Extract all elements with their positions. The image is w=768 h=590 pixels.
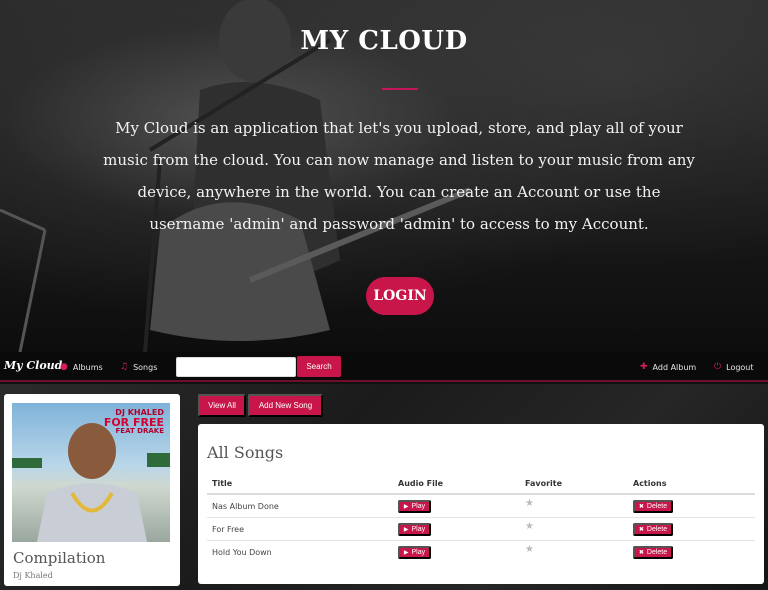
nav-logout-label: Logout <box>726 362 754 372</box>
play-icon: ▶ <box>403 550 409 556</box>
play-label: Play <box>411 549 426 556</box>
close-icon: ✖ <box>638 504 644 510</box>
play-button[interactable]: ▶ Play <box>398 500 431 513</box>
nav-add-album-label: Add Album <box>652 362 697 372</box>
nav-albums-label: Albums <box>72 362 103 372</box>
nav-songs[interactable]: ♫ Songs <box>120 352 157 382</box>
search-button[interactable]: Search <box>297 356 341 377</box>
navbar: My Cloud ● Albums ♫ Songs ✚ Add Album ⏻ … <box>0 352 768 382</box>
song-title: Nas Album Done <box>212 502 279 511</box>
album-title[interactable]: Compilation <box>13 549 105 567</box>
play-label: Play <box>411 503 426 510</box>
delete-label: Delete <box>646 526 668 533</box>
cover-line-feat: FEAT DRAKE <box>115 427 164 435</box>
favorite-star-icon[interactable]: ★ <box>525 498 534 509</box>
delete-button[interactable]: ✖ Delete <box>633 500 673 513</box>
view-all-button[interactable]: View All <box>198 394 246 417</box>
hero-title: MY CLOUD <box>300 26 468 56</box>
hero-description: My Cloud is an application that let's yo… <box>103 119 695 233</box>
song-title: For Free <box>212 525 245 534</box>
delete-button[interactable]: ✖ Delete <box>633 523 673 536</box>
play-label: Play <box>411 526 426 533</box>
play-icon: ▶ <box>403 504 409 510</box>
hero-banner: MY CLOUD My Cloud is an application that… <box>0 0 768 352</box>
nav-songs-label: Songs <box>133 362 158 372</box>
brand-logo[interactable]: My Cloud <box>4 359 62 372</box>
album-cover-text: DJ KHALED FOR FREE FEAT DRAKE <box>104 409 164 435</box>
plus-icon: ✚ <box>640 362 648 372</box>
nav-albums[interactable]: ● Albums <box>60 352 103 382</box>
login-button[interactable]: LOGIN <box>366 277 434 315</box>
nav-add-album[interactable]: ✚ Add Album <box>640 352 696 382</box>
search-input[interactable] <box>176 357 296 377</box>
album-cover-image[interactable]: DJ KHALED FOR FREE FEAT DRAKE <box>12 403 170 542</box>
table-row: Nas Album Done ▶ Play ★ ✖ Delete <box>207 495 755 518</box>
songs-heading: All Songs <box>207 443 284 462</box>
album-artist: Dj Khaled <box>13 571 53 580</box>
delete-label: Delete <box>646 503 668 510</box>
delete-button[interactable]: ✖ Delete <box>633 546 673 559</box>
column-header-actions: Actions <box>633 479 667 488</box>
close-icon: ✖ <box>638 550 644 556</box>
table-row: For Free ▶ Play ★ ✖ Delete <box>207 518 755 541</box>
add-new-song-button[interactable]: Add New Song <box>248 394 323 417</box>
play-button[interactable]: ▶ Play <box>398 523 431 536</box>
favorite-star-icon[interactable]: ★ <box>525 521 534 532</box>
music-note-icon: ♫ <box>120 362 129 372</box>
play-button[interactable]: ▶ Play <box>398 546 431 559</box>
power-icon: ⏻ <box>714 362 722 372</box>
close-icon: ✖ <box>638 527 644 533</box>
table-row: Hold You Down ▶ Play ★ ✖ Delete <box>207 541 755 564</box>
column-header-audio: Audio File <box>398 479 444 488</box>
play-icon: ▶ <box>403 527 409 533</box>
delete-label: Delete <box>646 549 668 556</box>
song-title: Hold You Down <box>212 548 272 557</box>
column-header-title: Title <box>212 479 233 488</box>
favorite-star-icon[interactable]: ★ <box>525 544 534 555</box>
nav-logout[interactable]: ⏻ Logout <box>714 352 754 382</box>
column-header-favorite: Favorite <box>525 479 563 488</box>
title-divider <box>382 88 418 90</box>
disc-icon: ● <box>60 362 68 372</box>
